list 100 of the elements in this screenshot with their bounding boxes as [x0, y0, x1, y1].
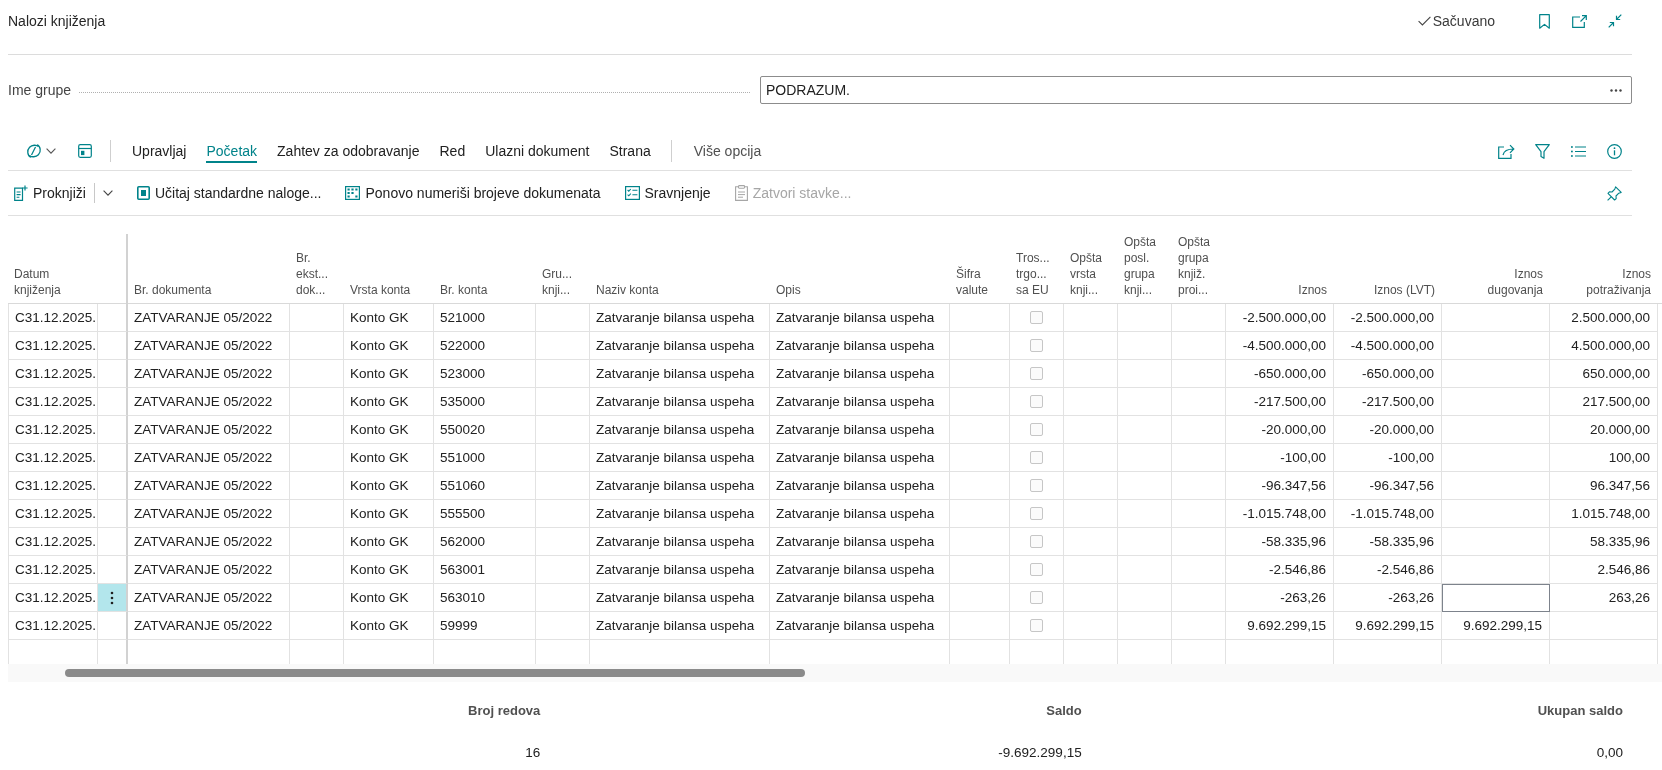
batch-name-field[interactable]: PODRAZUM. — [760, 76, 1632, 104]
table-cell — [290, 360, 344, 388]
bookmark-icon — [1539, 13, 1550, 29]
tab[interactable]: Upravljaj — [122, 137, 197, 165]
table-cell: -96.347,56 — [1334, 472, 1442, 500]
table-cell: 9.692.299,15 — [1334, 612, 1442, 640]
tab[interactable]: Red — [429, 137, 476, 165]
table-cell: ZATVARANJE 05/2022 — [128, 556, 290, 584]
checkbox[interactable] — [1030, 591, 1043, 604]
table-cell: Zatvaranje bilansa uspeha — [770, 304, 950, 332]
table-cell: ZATVARANJE 05/2022 — [128, 584, 290, 612]
row-actions-button[interactable] — [98, 584, 126, 611]
column-header[interactable]: Iznos (LVT) — [1334, 234, 1442, 307]
column-header[interactable]: Vrsta konta — [344, 234, 434, 307]
table-cell: Konto GK — [344, 556, 434, 584]
checkbox[interactable] — [1030, 563, 1043, 576]
tab[interactable]: Strana — [599, 137, 661, 165]
checkbox[interactable] — [1030, 367, 1043, 380]
tab[interactable]: Ulazni dokument — [475, 137, 600, 165]
table-cell: 20.000,00 — [1550, 416, 1658, 444]
field-label: Ime grupe — [8, 81, 72, 99]
action-button[interactable]: Učitaj standardne naloge... — [130, 178, 328, 208]
column-header[interactable]: Br. ekst... dok... — [290, 234, 344, 307]
column-header[interactable]: Iznos dugovanja — [1442, 234, 1550, 307]
table-cell: -100,00 — [1334, 444, 1442, 472]
column-header[interactable]: Datum knjiženja — [8, 234, 98, 307]
table-cell: Zatvaranje bilansa uspeha — [770, 360, 950, 388]
action-button[interactable]: Proknjiži — [8, 178, 92, 208]
column-header[interactable]: Iznos potraživanja — [1550, 234, 1658, 307]
column-header[interactable]: Šifra valute — [950, 234, 1010, 307]
ellipsis-icon — [1610, 88, 1622, 92]
scrollbar-thumb[interactable] — [65, 669, 805, 677]
column-header[interactable]: Iznos — [1226, 234, 1334, 307]
table-cell — [1118, 416, 1172, 444]
table-cell — [536, 472, 590, 500]
tab[interactable]: Zahtev za odobravanje — [267, 137, 430, 165]
column-header[interactable]: Opšta vrsta knji... — [1064, 234, 1118, 307]
table-cell: 650.000,00 — [1550, 360, 1658, 388]
table-cell: C31.12.2025. — [8, 612, 98, 640]
checkbox[interactable] — [1030, 311, 1043, 324]
column-header[interactable]: Tros... trgo... sa EU — [1010, 234, 1064, 307]
checkbox[interactable] — [1030, 339, 1043, 352]
input-field[interactable] — [1442, 584, 1550, 612]
checkbox[interactable] — [1030, 479, 1043, 492]
chevron-down-icon — [102, 190, 113, 196]
table-cell: Konto GK — [344, 388, 434, 416]
table-cell — [290, 612, 344, 640]
table-cell — [1118, 472, 1172, 500]
table-cell: Zatvaranje bilansa uspeha — [590, 528, 770, 556]
more-options-button[interactable]: Više opcija — [683, 137, 772, 165]
table-cell: Zatvaranje bilansa uspeha — [590, 444, 770, 472]
total-value: 16 — [525, 744, 541, 762]
table-cell: ZATVARANJE 05/2022 — [128, 612, 290, 640]
table-cell — [536, 612, 590, 640]
table-cell — [536, 388, 590, 416]
table-cell: 217.500,00 — [1550, 388, 1658, 416]
action-button[interactable]: Ponovo numeriši brojeve dokumenata — [339, 178, 607, 208]
column-header[interactable]: Gru... knji... — [536, 234, 590, 307]
filter-icon — [1534, 143, 1550, 159]
table-cell: Zatvaranje bilansa uspeha — [770, 416, 950, 444]
table-cell: 59999 — [434, 612, 536, 640]
column-header[interactable]: Opšta grupa knjiž. proi... — [1172, 234, 1226, 307]
table-cell — [290, 416, 344, 444]
table-cell — [1118, 528, 1172, 556]
checkbox[interactable] — [1030, 451, 1043, 464]
checkbox[interactable] — [1030, 395, 1043, 408]
checkbox[interactable] — [1030, 507, 1043, 520]
table-cell: Zatvaranje bilansa uspeha — [590, 416, 770, 444]
table-cell: -20.000,00 — [1334, 416, 1442, 444]
table-cell: C31.12.2025. — [8, 444, 98, 472]
table-cell: -58.335,96 — [1226, 528, 1334, 556]
grid-icon — [345, 186, 361, 200]
table-cell — [536, 332, 590, 360]
checkbox[interactable] — [1030, 535, 1043, 548]
table-cell: -2.500.000,00 — [1334, 304, 1442, 332]
table-cell: Zatvaranje bilansa uspeha — [590, 388, 770, 416]
table-cell — [1118, 556, 1172, 584]
table-cell — [1172, 556, 1226, 584]
checkmark-icon — [1417, 16, 1431, 26]
table-cell: -4.500.000,00 — [1226, 332, 1334, 360]
table-cell: Zatvaranje bilansa uspeha — [590, 360, 770, 388]
slashed-circle-icon — [26, 144, 42, 158]
table-cell: Konto GK — [344, 360, 434, 388]
table-cell — [1172, 472, 1226, 500]
table-cell: -217.500,00 — [1226, 388, 1334, 416]
table-cell: Zatvaranje bilansa uspeha — [770, 388, 950, 416]
table-cell — [1172, 500, 1226, 528]
checkbox[interactable] — [1030, 423, 1043, 436]
table-cell: Zatvaranje bilansa uspeha — [590, 304, 770, 332]
table-cell: ZATVARANJE 05/2022 — [128, 528, 290, 556]
column-header[interactable]: Br. konta — [434, 234, 536, 307]
column-header[interactable]: Opšta posl. grupa knji... — [1118, 234, 1172, 307]
column-header[interactable]: Opis — [770, 234, 950, 307]
share-icon — [1497, 143, 1515, 159]
action-button[interactable]: Sravnjenje — [618, 178, 717, 208]
table-cell: 551000 — [434, 444, 536, 472]
table-cell — [1118, 444, 1172, 472]
column-header[interactable]: Naziv konta — [590, 234, 770, 307]
checkbox[interactable] — [1030, 619, 1043, 632]
column-header[interactable]: Br. dokumenta — [128, 234, 290, 307]
